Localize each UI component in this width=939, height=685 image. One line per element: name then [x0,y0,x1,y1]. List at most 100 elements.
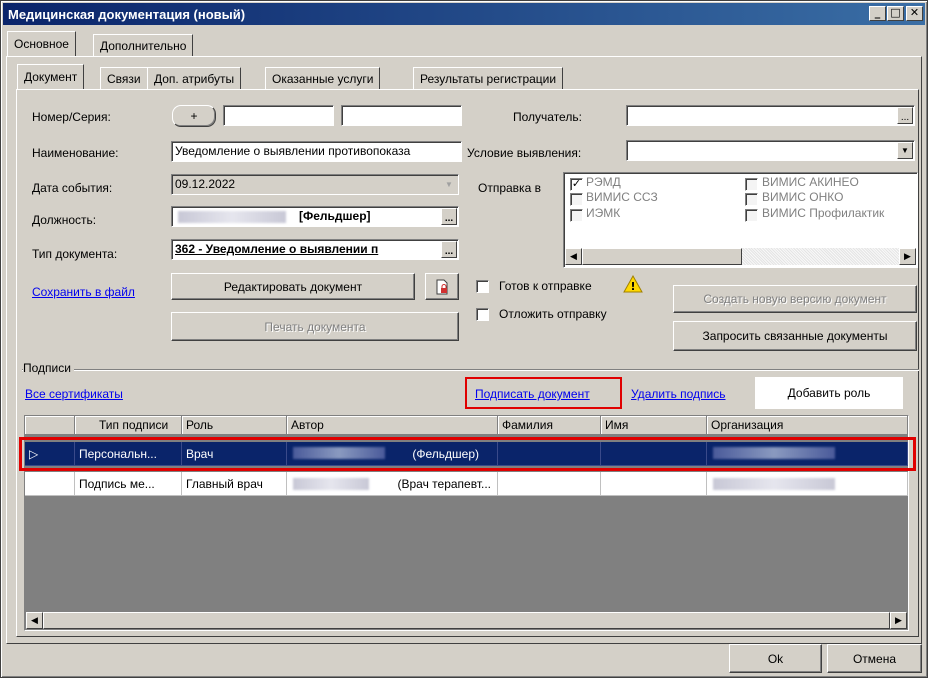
title-bar[interactable]: Медицинская документация (новый) _ □ ✕ [3,3,925,25]
print-preview-button[interactable] [425,273,459,300]
chevron-down-icon[interactable]: ▼ [897,142,913,159]
table-row[interactable]: ▷ Персональн... Врач (Фельдшер) [25,442,908,466]
cell-lastname [498,442,601,466]
recipient-label: Получатель: [513,110,582,124]
event-date-value: 09.12.2022 [175,177,236,191]
send-onko-label: ВИМИС ОНКО [762,190,844,204]
column-header[interactable]: Имя [601,416,707,435]
signatures-table[interactable]: Тип подписи Роль Автор Фамилия Имя Орган… [19,415,916,631]
redacted-author [293,447,385,459]
ellipsis-icon[interactable]: ... [441,208,457,225]
series-field[interactable] [341,105,462,126]
cell-organization [707,442,908,466]
edit-document-button[interactable]: Редактировать документ [171,273,415,300]
close-button[interactable]: ✕ [906,6,923,21]
row-indicator-icon: ▷ [25,442,75,466]
doctype-field[interactable]: 362 - Уведомление о выявлении п ... [171,239,459,260]
ready-to-send-label: Готов к отправке [499,279,592,293]
ellipsis-icon[interactable]: ... [897,107,913,124]
cell-firstname [601,442,707,466]
maximize-button[interactable]: □ [887,6,904,21]
warning-icon-mark: ! [630,280,635,293]
indicator-column-header [25,416,75,435]
signatures-group-line [22,369,919,370]
cell-author-text: (Врач терапевт... [397,476,491,491]
tab-extra-attributes[interactable]: Доп. атрибуты [147,67,242,89]
send-to-list[interactable]: ✓ РЭМД ВИМИС АКИНЕО ВИМИС ССЗ ВИМИС ОНКО… [563,172,918,268]
number-label: Номер/Серия: [32,110,111,124]
tab-main[interactable]: Основное [7,31,76,56]
table-header: Тип подписи Роль Автор Фамилия Имя Орган… [25,416,908,435]
tab-additional[interactable]: Дополнительно [93,34,194,56]
column-header[interactable]: Фамилия [498,416,601,435]
scroll-left-icon[interactable]: ◀ [565,248,582,265]
cell-role: Главный врач [182,472,287,496]
scroll-right-icon[interactable]: ▶ [890,612,907,629]
row-indicator-icon [25,472,75,496]
send-akineo-checkbox[interactable] [745,178,758,191]
redacted-org [713,478,835,490]
condition-label: Условие выявления: [467,146,582,160]
scroll-thumb[interactable] [582,248,742,265]
scroll-track [742,248,899,265]
event-date-field[interactable]: 09.12.2022 ▼ [171,174,459,195]
cell-author-text: (Фельдшер) [412,446,479,461]
signatures-group-label: Подписи [23,361,74,375]
send-remd-checkbox[interactable]: ✓ [570,178,583,191]
chevron-down-icon[interactable]: ▼ [441,176,457,193]
scroll-right-icon[interactable]: ▶ [899,248,916,265]
sign-document-link[interactable]: Подписать документ [475,387,590,401]
name-label: Наименование: [32,146,119,160]
tab-document[interactable]: Документ [17,64,85,89]
ready-to-send-checkbox[interactable] [476,280,489,293]
cell-organization [707,472,908,496]
print-document-button[interactable]: Печать документа [171,312,459,341]
scroll-thumb[interactable] [43,612,890,629]
name-field[interactable]: Уведомление о выявлении противопоказа [171,141,462,162]
position-value: [Фельдшер] [299,209,371,223]
cell-role: Врач [182,442,287,466]
add-number-button[interactable]: + [172,105,216,127]
cell-type: Подпись ме... [75,472,182,496]
send-ssz-label: ВИМИС ССЗ [586,190,658,204]
scroll-left-icon[interactable]: ◀ [26,612,43,629]
send-ssz-checkbox[interactable] [570,193,583,206]
redacted-author [293,478,369,490]
send-iemk-label: ИЭМК [586,206,621,220]
request-related-button[interactable]: Запросить связанные документы [673,321,917,351]
tab-links[interactable]: Связи [100,67,148,89]
send-prof-checkbox[interactable] [745,209,758,222]
cell-lastname [498,472,601,496]
postpone-checkbox[interactable] [476,308,489,321]
ok-button[interactable]: Ok [729,644,822,673]
cell-author: (Врач терапевт... [287,472,498,496]
column-header[interactable]: Организация [707,416,908,435]
table-row[interactable]: Подпись ме... Главный врач (Врач терапев… [25,472,908,496]
ellipsis-icon[interactable]: ... [441,241,457,258]
new-version-button[interactable]: Создать новую версию документ [673,285,917,313]
send-list-scrollbar[interactable]: ◀ ▶ [565,248,916,265]
tab-services[interactable]: Оказанные услуги [265,67,381,89]
number-field[interactable] [223,105,334,126]
tab-registration-results[interactable]: Результаты регистрации [413,67,564,89]
cell-author: (Фельдшер) [287,442,498,466]
send-iemk-checkbox[interactable] [570,209,583,222]
table-horizontal-scrollbar[interactable]: ◀ ▶ [26,612,907,629]
column-header[interactable]: Роль [182,416,287,435]
add-role-button[interactable]: Добавить роль [755,377,903,409]
position-field[interactable]: [Фельдшер] ... [171,206,459,227]
column-header[interactable]: Автор [287,416,498,435]
save-to-file-link[interactable]: Сохранить в файл [32,285,135,299]
all-certificates-link[interactable]: Все сертификаты [25,387,123,401]
warning-icon: ! [623,275,643,293]
send-onko-checkbox[interactable] [745,193,758,206]
delete-signature-link[interactable]: Удалить подпись [631,387,726,401]
condition-select[interactable]: ▼ [626,140,915,161]
recipient-field[interactable]: ... [626,105,915,126]
cancel-button[interactable]: Отмена [827,644,922,673]
postpone-label: Отложить отправку [499,307,607,321]
minimize-button[interactable]: _ [869,6,886,21]
doctype-value: 362 - Уведомление о выявлении п [175,242,379,256]
column-header[interactable]: Тип подписи [75,416,182,435]
redacted-org [713,447,835,459]
